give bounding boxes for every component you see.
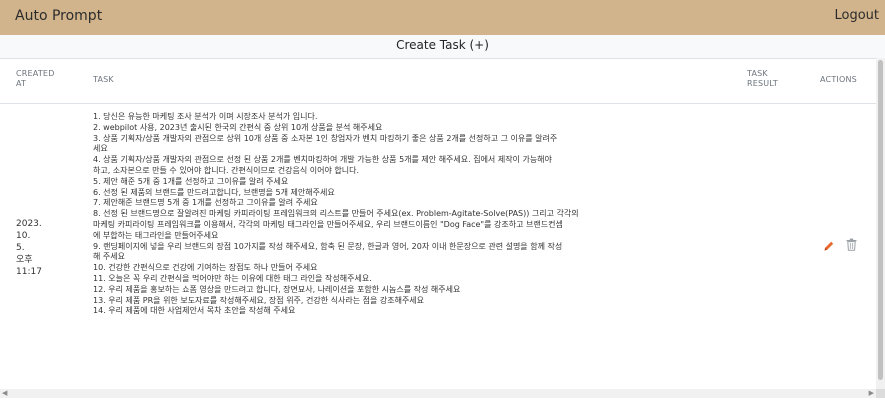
vertical-scrollbar[interactable] <box>876 58 885 389</box>
task-line: 3. 상품 기획자/상품 개발자의 관점으로 상위 10개 상품 중 소자본 1… <box>93 133 558 143</box>
app-title[interactable]: Auto Prompt <box>15 8 102 24</box>
header-result-line1: TASK <box>747 69 768 78</box>
task-line: 11. 오늘은 꼭 우리 간편식을 먹어야만 하는 이유에 대한 태그 라인을 … <box>93 273 372 283</box>
header-created-line1: CREATED <box>16 69 55 78</box>
scroll-left-arrow-icon[interactable]: ◀ <box>2 389 7 398</box>
scroll-right-arrow-icon[interactable]: ▶ <box>869 389 874 398</box>
created-at-cell: 2023. 10. 5. 오후 11:17 <box>16 218 56 278</box>
task-line: 마케팅 카피라이팅 프레임워크를 이용해서, 각각의 마케팅 태그라인을 만들어… <box>93 219 563 229</box>
task-line: 4. 상품 기획자/상품 개발자의 관점으로 선정 된 상품 2개를 벤치마킹하… <box>93 155 552 165</box>
logout-link[interactable]: Logout <box>834 8 879 23</box>
task-line: 해 주세요 <box>93 252 125 262</box>
header-result-line2: RESULT <box>747 79 778 88</box>
horizontal-scrollbar[interactable]: ◀ ▶ <box>0 389 876 398</box>
column-header-created-at: CREATED AT <box>16 69 55 89</box>
column-header-task-result: TASK RESULT <box>747 69 778 89</box>
task-line: 12. 우리 제품을 홍보하는 쇼폼 영상을 만드려고 합니다, 장면묘사, 나… <box>93 284 461 294</box>
task-line: 5. 제안 해준 5개 중 1개를 선정하고 그이유를 알려 주세요 <box>93 176 289 186</box>
task-line: 9. 랜딩페이지에 넣을 우리 브랜드의 장점 10가지를 작성 해주세요, 함… <box>93 241 563 251</box>
create-task-button[interactable]: Create Task (+) <box>0 38 885 52</box>
task-line: 세요 <box>93 144 108 154</box>
task-line: 7. 제안해준 브랜드명 5개 중 1개를 선정하고 그이유를 알려 주세요 <box>93 198 318 208</box>
task-line: 10. 건강한 간편식으로 건강에 기여하는 장점도 하나 만들어 주세요 <box>93 263 318 273</box>
task-line: 2. webpilot 사용, 2023년 출시된 한국의 간편식 중 상위 1… <box>93 122 383 132</box>
top-navbar: Auto Prompt Logout <box>0 0 885 35</box>
vertical-scrollbar-thumb[interactable] <box>878 60 883 380</box>
task-line: 하고, 소자본으로 만들 수 있어야 합니다. 간편식이므로 건강음식 이어야 … <box>93 165 360 175</box>
column-header-task: TASK <box>93 75 114 84</box>
created-ampm: 오후 <box>16 255 33 265</box>
task-line: 14. 우리 제품에 대한 사업제안서 목차 초안을 작성해 주세요 <box>93 306 296 316</box>
column-header-actions: ACTIONS <box>820 75 857 84</box>
task-line: 6. 선정 된 제품의 브랜드를 만드려고합니다, 브랜명을 5개 제안해주세요 <box>93 187 335 197</box>
header-created-line2: AT <box>16 79 27 88</box>
task-result-cell <box>747 237 807 249</box>
created-date-line1: 2023. 10. <box>16 219 42 241</box>
task-line: 8. 선정 된 브랜드명으로 잘알려진 마케팅 카피라이팅 프레임워크의 리스트… <box>93 209 579 219</box>
task-line: 에 부합하는 태그라인을 만들어주세요 <box>93 230 219 240</box>
task-line: 13. 우리 제품 PR을 위한 보도자료를 작성해주세요, 장점 위주, 건강… <box>93 295 425 305</box>
task-text-cell: 1. 당신은 유능한 마케팅 조사 분석가 이며 시장조사 분석가 입니다. 2… <box>93 112 723 317</box>
trash-icon[interactable] <box>846 236 857 251</box>
created-date-line2: 5. <box>16 243 25 253</box>
created-time: 11:17 <box>16 267 42 277</box>
table-header-divider <box>0 103 876 104</box>
scrollbar-corner <box>876 389 885 398</box>
task-line: 1. 당신은 유능한 마케팅 조사 분석가 이며 시장조사 분석가 입니다. <box>93 112 318 121</box>
pencil-icon[interactable] <box>823 237 835 251</box>
create-task-row: Create Task (+) <box>0 35 885 59</box>
